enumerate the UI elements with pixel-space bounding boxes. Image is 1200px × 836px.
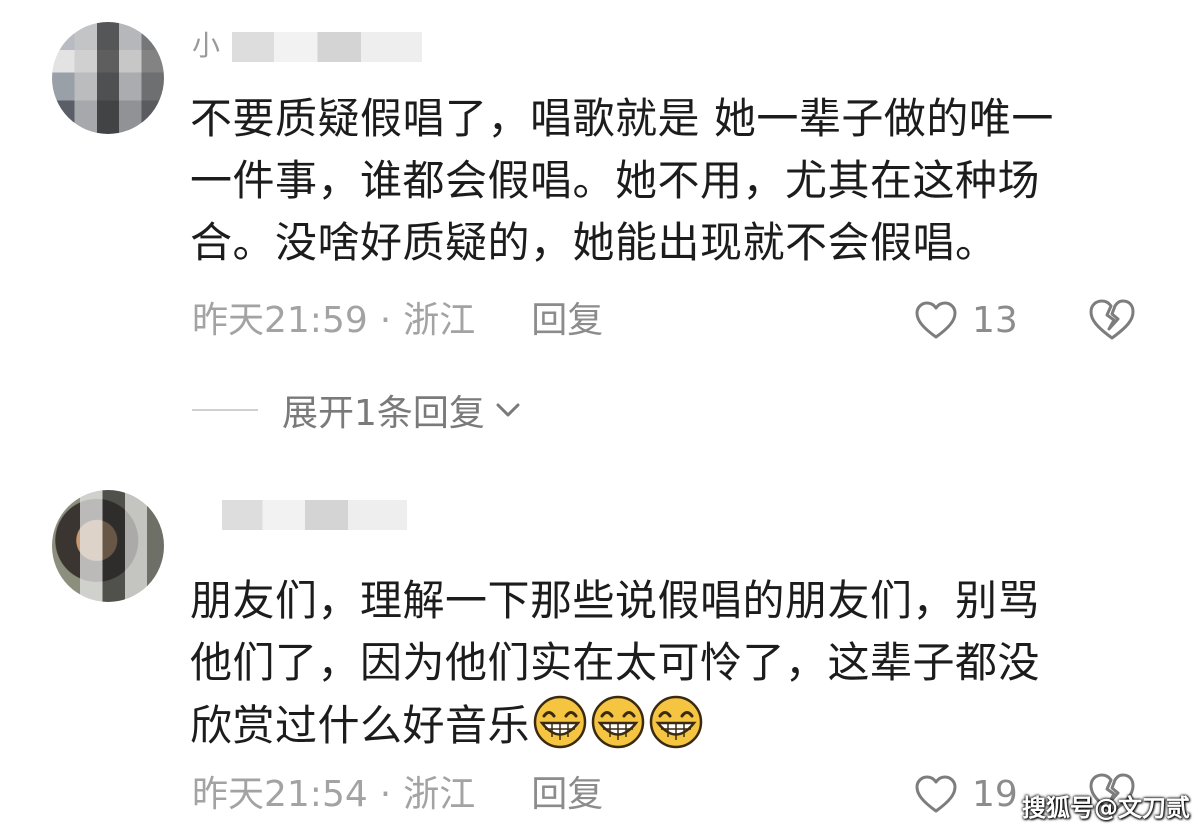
username-visible-text: 小 <box>192 29 221 62</box>
avatar[interactable] <box>52 490 164 602</box>
like-count: 13 <box>972 300 1018 341</box>
comment-line: 欣赏过什么好音乐 <box>190 701 531 750</box>
heart-icon <box>915 301 957 339</box>
watermark: 搜狐号@文刀贰 <box>1022 794 1190 822</box>
username-blur <box>232 32 422 62</box>
comment-line: 朋友们，理解一下那些说假唱的朋友们，别骂 <box>190 576 1041 625</box>
comment-screenshot: 小 不要质疑假唱了，唱歌就是 她一辈子做的唯一 一件事，谁都会假唱。她不用，尤其… <box>0 0 1200 836</box>
comment-location: 浙江 <box>403 774 476 815</box>
expand-replies-label: 展开1条回复 <box>282 393 485 434</box>
expand-replies-button[interactable]: 展开1条回复 <box>282 384 523 436</box>
heart-icon <box>915 775 957 813</box>
comment-line: 他们了，因为他们实在太可怜了，这辈子都没 <box>190 638 1041 687</box>
broken-heart-icon[interactable] <box>1088 296 1136 344</box>
like-button[interactable]: 19 <box>914 770 1018 820</box>
comment-line: 一件事，谁都会假唱。她不用，尤其在这种场 <box>190 156 1041 205</box>
like-button[interactable]: 13 <box>914 296 1018 346</box>
avatar[interactable] <box>52 22 164 134</box>
meta-separator: · <box>379 300 392 341</box>
chevron-down-icon <box>496 403 520 417</box>
meta-separator: · <box>379 774 392 815</box>
comment-line: 合。没啥好质疑的，她能出现就不会假唱。 <box>190 218 998 267</box>
comment-time: 昨天21:59 <box>192 300 368 341</box>
comment-time: 昨天21:54 <box>192 774 368 815</box>
expand-divider <box>192 409 258 411</box>
expand-replies: 展开1条回复 <box>192 384 523 436</box>
comment-line: 不要质疑假唱了，唱歌就是 她一辈子做的唯一 <box>190 94 1054 143</box>
username[interactable]: 小 <box>192 26 422 66</box>
reply-button[interactable]: 回复 <box>531 296 603 346</box>
comment-item: 小 不要质疑假唱了，唱歌就是 她一辈子做的唯一 一件事，谁都会假唱。她不用，尤其… <box>0 0 1200 470</box>
like-count: 19 <box>972 774 1018 815</box>
comment-text: 朋友们，理解一下那些说假唱的朋友们，别骂 他们了，因为他们实在太可怜了，这辈子都… <box>190 570 1140 757</box>
username-blur <box>222 500 407 530</box>
comment-meta: 昨天21:59 · 浙江 回复 <box>192 296 603 346</box>
comment-line-with-emoji: 欣赏过什么好音乐 <box>190 694 1140 757</box>
comment-item: 朋友们，理解一下那些说假唱的朋友们，别骂 他们了，因为他们实在太可怜了，这辈子都… <box>0 470 1200 836</box>
comment-text: 不要质疑假唱了，唱歌就是 她一辈子做的唯一 一件事，谁都会假唱。她不用，尤其在这… <box>190 88 1140 274</box>
reply-button[interactable]: 回复 <box>531 770 603 820</box>
grinning-face-emoji <box>591 695 645 749</box>
grinning-face-emoji <box>533 695 587 749</box>
grinning-face-emoji <box>649 695 703 749</box>
comment-meta: 昨天21:54 · 浙江 回复 <box>192 770 603 820</box>
comment-location: 浙江 <box>403 300 476 341</box>
